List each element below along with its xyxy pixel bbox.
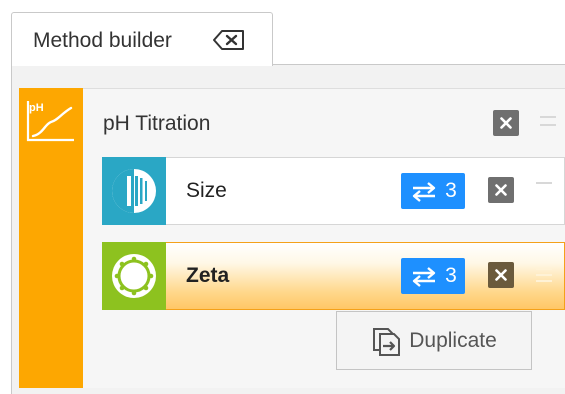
remove-size-button[interactable] [488,177,514,203]
drag-handle-icon[interactable] [540,124,556,126]
close-icon [500,117,512,129]
duplicate-icon [373,327,401,356]
remove-zeta-button[interactable] [488,262,514,288]
repeat-count: 3 [445,264,457,287]
drag-handle-icon[interactable] [540,116,556,118]
repeat-icon [412,182,436,202]
repeat-icon [412,267,436,287]
svg-text:pH: pH [29,102,44,114]
close-icon [495,184,507,196]
drag-handle-icon[interactable] [536,268,552,270]
ph-chart-icon: pH [25,98,77,144]
duplicate-button[interactable]: Duplicate [336,311,532,370]
duplicate-label: Duplicate [409,328,497,352]
size-measurement-icon [112,169,156,213]
tab-close-icon[interactable] [212,29,246,51]
repeat-count: 3 [445,179,457,202]
repeat-badge-zeta[interactable]: 3 [401,258,465,294]
group-title: pH Titration [103,112,211,135]
zeta-tile [102,242,166,310]
drag-handle-icon[interactable] [536,182,552,184]
drag-handle-icon[interactable] [536,274,552,276]
repeat-badge-size[interactable]: 3 [401,173,465,209]
zeta-measurement-icon [112,254,156,298]
row-label-zeta: Zeta [186,264,230,287]
row-label-size: Size [186,179,227,202]
size-tile [102,157,166,225]
drag-handle-icon[interactable] [536,280,552,282]
close-icon [495,269,507,281]
tab-label[interactable]: Method builder [33,29,172,53]
remove-group-button[interactable] [493,110,519,136]
